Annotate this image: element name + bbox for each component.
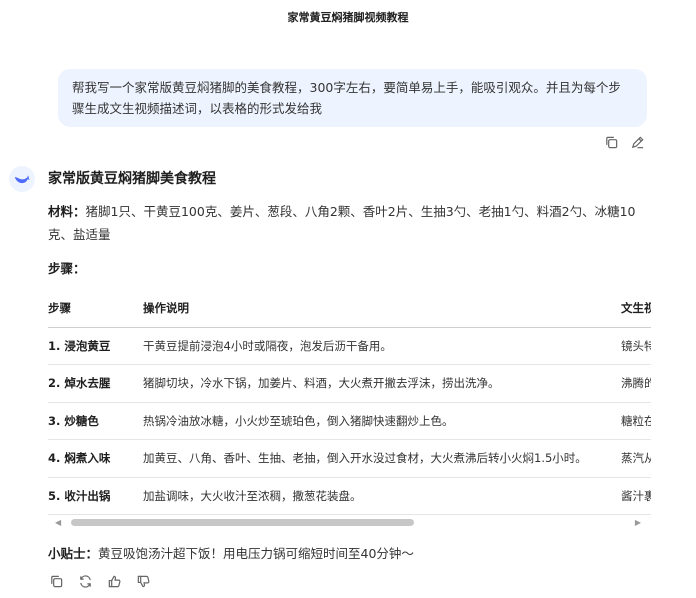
answer-actions — [48, 573, 151, 589]
table-header-row: 步骤 操作说明 文生视频描述词 — [48, 290, 651, 328]
scrollbar-thumb[interactable] — [71, 519, 414, 526]
step-cell: 4. 焖煮入味 — [48, 439, 143, 478]
assistant-avatar — [9, 166, 35, 192]
table-row: 4. 焖煮入味 加黄豆、八角、香叶、生抽、老抽，倒入开水没过食材，大火煮沸后转小… — [48, 439, 651, 478]
step-cell: 3. 炒糖色 — [48, 402, 143, 440]
materials-label: 材料： — [48, 204, 86, 219]
table-row: 3. 炒糖色 热锅冷油放冰糖，小火炒至琥珀色，倒入猪脚快速翻炒上色。 糖粒在热油… — [48, 402, 651, 440]
steps-table: 步骤 操作说明 文生视频描述词 1. 浸泡黄豆 干黄豆提前浸泡4小时或隔夜，泡发… — [48, 290, 651, 515]
step-cell: 1. 浸泡黄豆 — [48, 327, 143, 365]
tip-text: 黄豆吸饱汤汁超下饭！用电压力锅可缩短时间至40分钟～ — [98, 546, 414, 561]
tip-label: 小贴士： — [48, 546, 99, 561]
step-cell: 2. 焯水去腥 — [48, 364, 143, 403]
step-cell: 5. 收汁出锅 — [48, 477, 143, 515]
column-header-description: 操作说明 — [143, 290, 621, 328]
copy-icon[interactable] — [603, 134, 619, 150]
materials-text: 猪脚1只、干黄豆100克、姜片、葱段、八角2颗、香叶2片、生抽3勺、老抽1勺、料… — [48, 204, 636, 242]
description-cell: 加盐调味，大火收汁至浓稠，撒葱花装盘。 — [143, 477, 621, 515]
column-header-step: 步骤 — [48, 290, 143, 328]
user-message-actions — [603, 134, 645, 150]
table-horizontal-scrollbar[interactable]: ◀ ▶ — [48, 516, 651, 529]
description-cell: 热锅冷油放冰糖，小火炒至琥珀色，倒入猪脚快速翻炒上色。 — [143, 402, 621, 440]
description-cell: 猪脚切块，冷水下锅，加姜片、料酒，大火煮开撇去浮沫，捞出洗净。 — [143, 364, 621, 403]
steps-label: 步骤： — [48, 261, 86, 276]
video-prompt-cell: 沸腾的锅中猪脚翻滚 — [621, 364, 651, 403]
table-row: 1. 浸泡黄豆 干黄豆提前浸泡4小时或隔夜，泡发后沥干备用。 镜头特写黄豆在清水… — [48, 327, 651, 365]
video-prompt-cell: 糖粒在热油中融化冒泡 — [621, 402, 651, 440]
thumbs-down-icon[interactable] — [135, 573, 151, 589]
whale-logo-icon — [14, 175, 30, 184]
steps-table-container[interactable]: 步骤 操作说明 文生视频描述词 1. 浸泡黄豆 干黄豆提前浸泡4小时或隔夜，泡发… — [48, 290, 651, 516]
video-prompt-cell: 镜头特写黄豆在清水中浸泡 — [621, 327, 651, 365]
tip-paragraph: 小贴士：黄豆吸饱汤汁超下饭！用电压力锅可缩短时间至40分钟～ — [48, 543, 414, 562]
table-row: 2. 焯水去腥 猪脚切块，冷水下锅，加姜片、料酒，大火煮开撇去浮沫，捞出洗净。 … — [48, 364, 651, 403]
thumbs-up-icon[interactable] — [106, 573, 122, 589]
column-header-video-prompt: 文生视频描述词 — [621, 290, 651, 328]
regenerate-icon[interactable] — [77, 573, 93, 589]
video-prompt-cell: 蒸汽从锅盖边缘冒出 — [621, 439, 651, 478]
answer-title: 家常版黄豆焖猪脚美食教程 — [48, 171, 216, 187]
description-cell: 加黄豆、八角、香叶、生抽、老抽，倒入开水没过食材，大火煮沸后转小火焖1.5小时。 — [143, 439, 621, 478]
copy-icon[interactable] — [48, 573, 64, 589]
table-row: 5. 收汁出锅 加盐调味，大火收汁至浓稠，撒葱花装盘。 酱汁裹满猪脚特写 — [48, 477, 651, 515]
user-message-bubble: 帮我写一个家常版黄豆焖猪脚的美食教程，300字左右，要简单易上手，能吸引观众。并… — [58, 69, 647, 127]
page-title: 家常黄豆焖猪脚视频教程 — [287, 11, 409, 24]
video-prompt-cell: 酱汁裹满猪脚特写 — [621, 477, 651, 515]
description-cell: 干黄豆提前浸泡4小时或隔夜，泡发后沥干备用。 — [143, 327, 621, 365]
scroll-left-arrow-icon[interactable]: ◀ — [55, 518, 61, 527]
materials-paragraph: 材料：猪脚1只、干黄豆100克、姜片、葱段、八角2颗、香叶2片、生抽3勺、老抽1… — [48, 200, 658, 246]
scroll-right-arrow-icon[interactable]: ▶ — [635, 518, 641, 527]
edit-icon[interactable] — [629, 134, 645, 150]
